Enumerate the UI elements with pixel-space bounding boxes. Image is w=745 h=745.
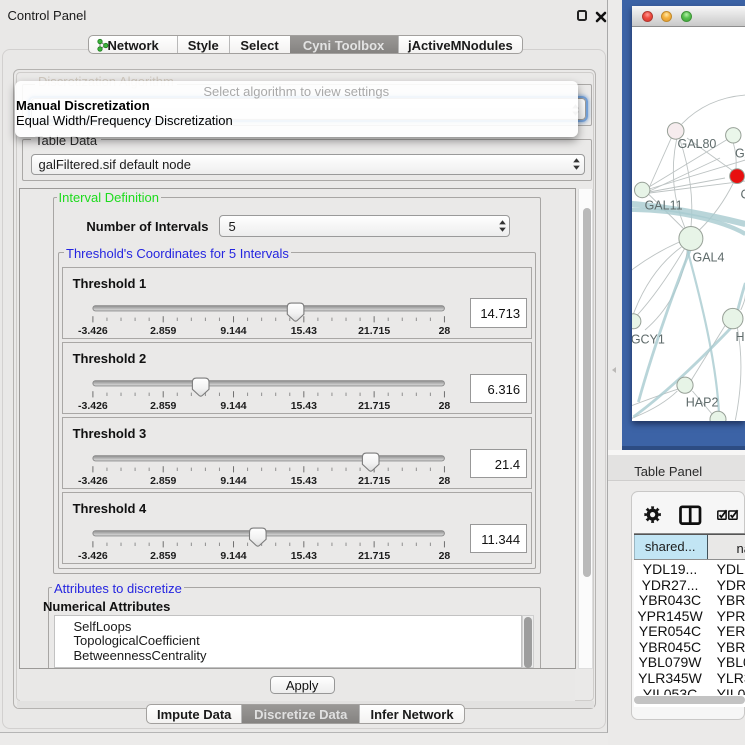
svg-text:9.144: 9.144 (220, 401, 246, 412)
svg-text:28: 28 (438, 401, 450, 412)
svg-text:21.715: 21.715 (358, 326, 390, 337)
svg-text:28: 28 (438, 551, 450, 562)
svg-text:15.43: 15.43 (290, 551, 316, 562)
svg-text:28: 28 (438, 476, 450, 487)
svg-text:GA: GA (735, 147, 745, 161)
svg-text:GAL11: GAL11 (644, 199, 682, 213)
svg-text:2.859: 2.859 (150, 401, 176, 412)
svg-text:GAL80: GAL80 (677, 137, 716, 151)
svg-text:9.144: 9.144 (220, 476, 246, 487)
svg-text:C: C (740, 188, 745, 202)
svg-text:2.859: 2.859 (150, 551, 176, 562)
svg-text:9.144: 9.144 (220, 551, 246, 562)
svg-text:-3.426: -3.426 (78, 476, 108, 487)
svg-text:GAL4: GAL4 (692, 250, 724, 264)
svg-text:15.43: 15.43 (290, 476, 316, 487)
svg-text:21.715: 21.715 (358, 551, 390, 562)
svg-text:15.43: 15.43 (290, 326, 316, 337)
svg-text:21.715: 21.715 (358, 401, 390, 412)
svg-text:28: 28 (438, 326, 450, 337)
svg-text:21.715: 21.715 (358, 476, 390, 487)
svg-text:15.43: 15.43 (290, 401, 316, 412)
svg-text:GCY1: GCY1 (632, 332, 665, 346)
svg-text:2.859: 2.859 (150, 476, 176, 487)
svg-text:-3.426: -3.426 (78, 401, 108, 412)
svg-text:H: H (735, 330, 744, 344)
svg-text:-3.426: -3.426 (78, 551, 108, 562)
svg-text:-3.426: -3.426 (78, 326, 108, 337)
svg-text:9.144: 9.144 (220, 326, 246, 337)
svg-text:HAP2: HAP2 (685, 395, 718, 409)
svg-text:2.859: 2.859 (150, 326, 176, 337)
